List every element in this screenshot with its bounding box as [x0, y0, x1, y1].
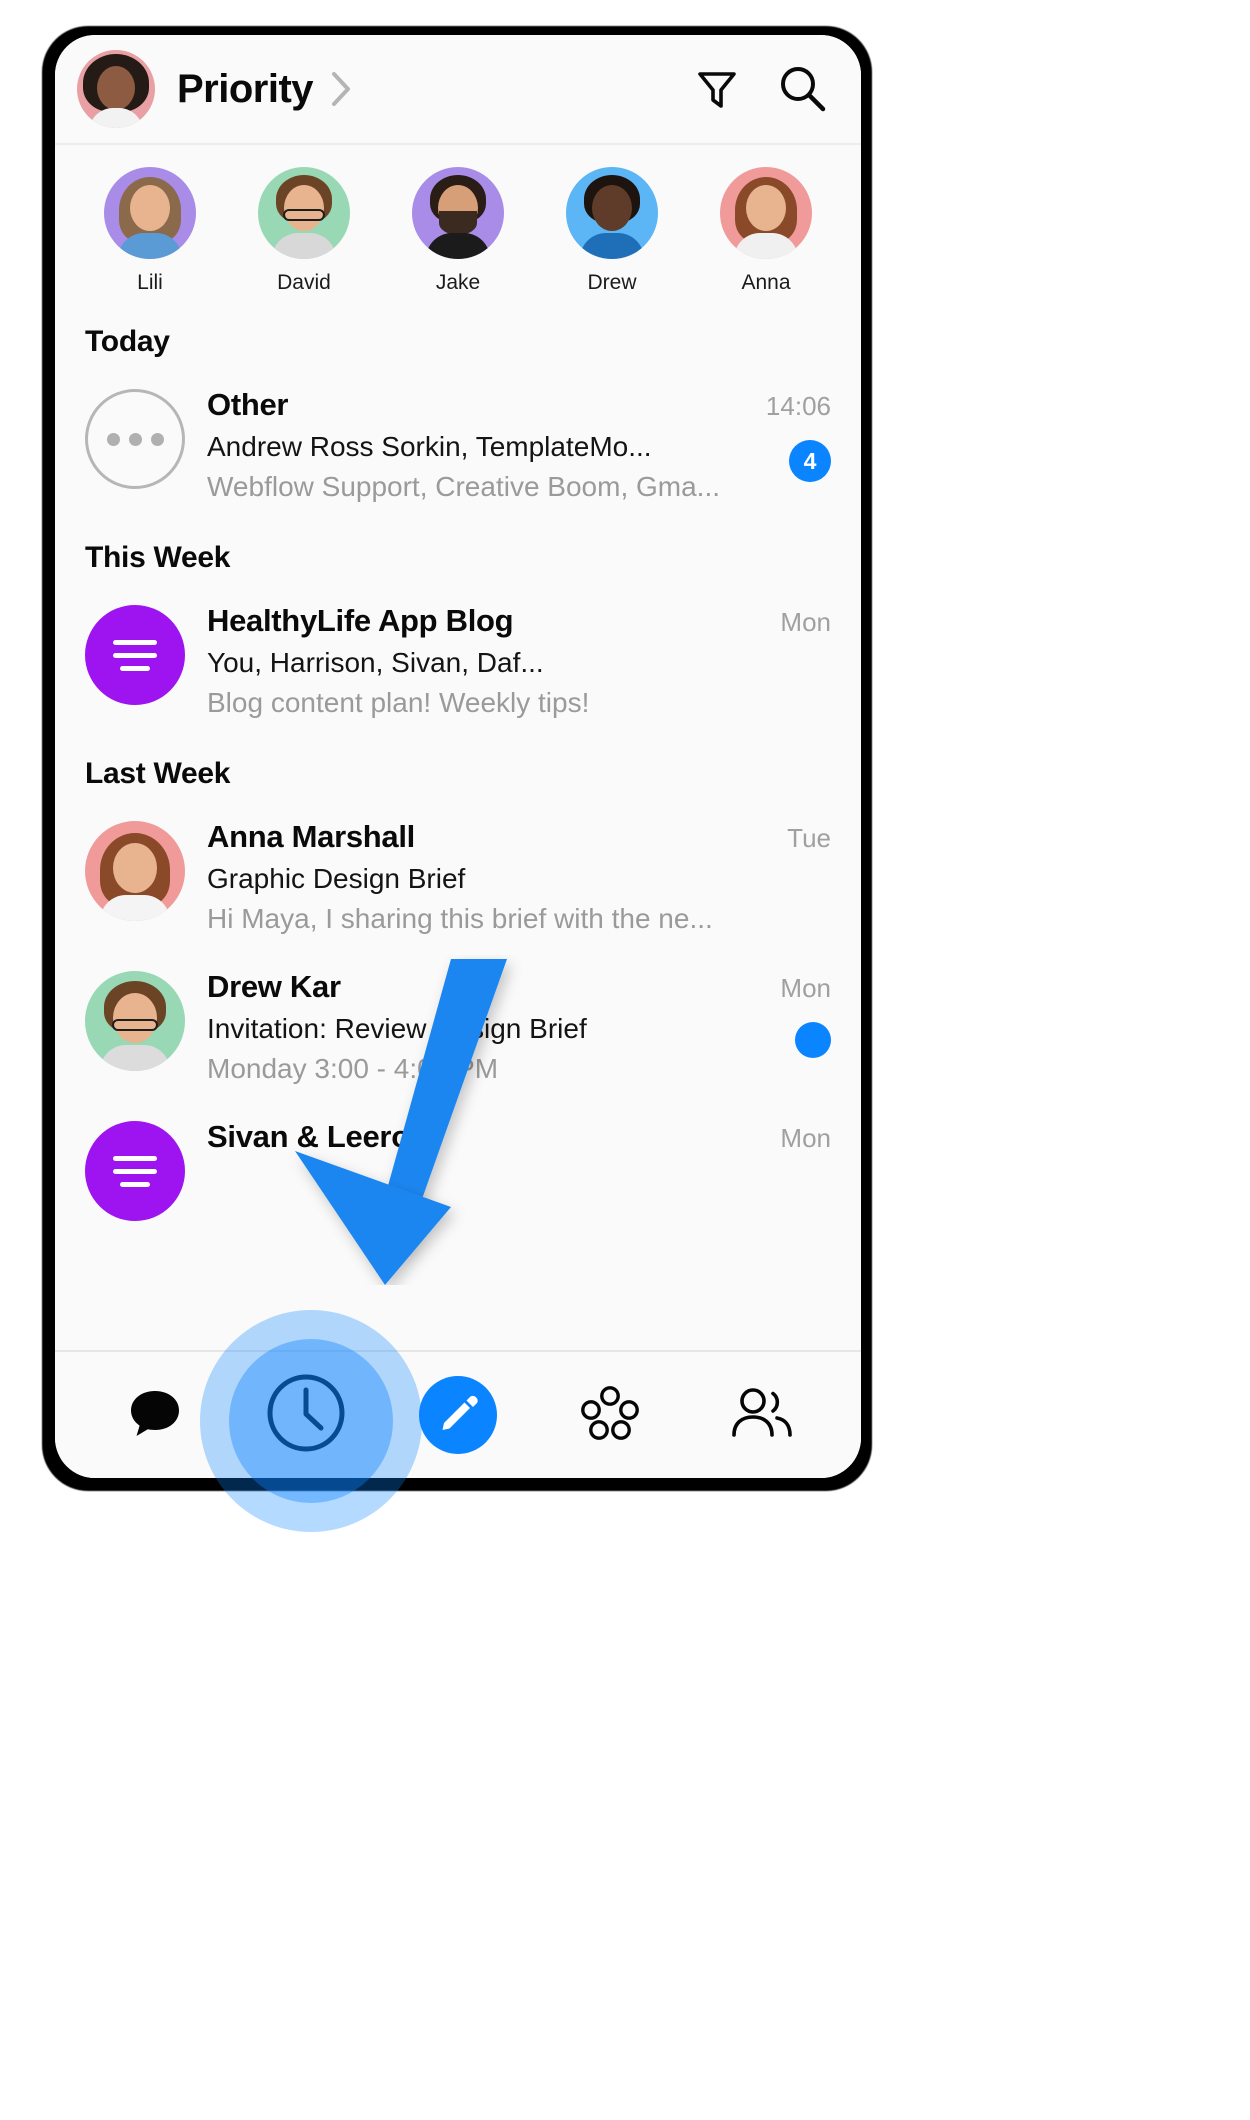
conversation-preview: Monday 3:00 - 4:00 PM [207, 1053, 499, 1084]
conversation-meta: 14:06 4 [721, 385, 831, 482]
section-header-today: Today [85, 325, 170, 358]
avatar-face [284, 185, 324, 231]
timestamp: Mon [780, 1123, 831, 1153]
story-item-2[interactable]: Jake [394, 167, 522, 295]
filter-icon[interactable] [689, 61, 745, 117]
list-item[interactable]: Sivan & Leeron Mon [55, 1101, 861, 1251]
list-item[interactable]: Other Andrew Ross Sorkin, TemplateMo... … [55, 369, 861, 519]
story-label: Drew [587, 271, 637, 294]
list-item[interactable]: HealthyLife App Blog You, Harrison, Siva… [55, 585, 861, 735]
conversation-title: Anna Marshall [207, 819, 415, 854]
story-label: Anna [741, 271, 791, 294]
compose-button[interactable] [418, 1376, 497, 1454]
screenshot-root: Priority Lili David Jake Drew Anna Today… [0, 0, 1250, 2120]
conversation-title: Sivan & Leeron [207, 1119, 429, 1154]
chat-bubble-icon [127, 1385, 183, 1446]
conversation-subtitle: Graphic Design Brief [207, 863, 466, 894]
people-icon [728, 1385, 794, 1446]
timestamp: 14:06 [765, 391, 831, 421]
tab-bundles[interactable] [555, 1360, 665, 1470]
avatar-face [130, 185, 170, 231]
contact-avatar-lili[interactable] [104, 167, 196, 259]
conversation-text: Sivan & Leeron [207, 1117, 721, 1155]
avatar[interactable] [77, 50, 155, 128]
phone-screen: Priority Lili David Jake Drew Anna Today… [55, 35, 861, 1478]
story-label: David [277, 271, 331, 294]
ellipsis-icon [85, 389, 185, 489]
conversation-meta: Mon [721, 1117, 831, 1154]
avatar-face [746, 185, 786, 231]
clock-icon [263, 1370, 349, 1461]
conversation-list[interactable]: Today Other Andrew Ross Sorkin, Template… [55, 303, 861, 1350]
tab-recent[interactable] [251, 1360, 361, 1470]
conversation-text: Other Andrew Ross Sorkin, TemplateMo... … [207, 385, 721, 503]
contact-avatar-jake[interactable] [412, 167, 504, 259]
conversation-meta: Mon [721, 601, 831, 638]
avatar-face [113, 993, 157, 1043]
conversation-text: HealthyLife App Blog You, Harrison, Siva… [207, 601, 721, 719]
glasses-icon [112, 1019, 158, 1031]
avatar-torso [100, 1045, 170, 1071]
tab-chats[interactable] [100, 1360, 210, 1470]
list-item[interactable]: Drew Kar Invitation: Review Design Brief… [55, 951, 861, 1101]
conversation-text: Drew Kar Invitation: Review Design Brief… [207, 967, 721, 1085]
conversation-title: Other [207, 387, 289, 422]
list-lines-icon [85, 1121, 185, 1221]
avatar-face [97, 66, 135, 110]
contact-avatar-david[interactable] [258, 167, 350, 259]
app-header: Priority [55, 35, 861, 145]
glasses-icon [283, 209, 325, 221]
conversation-subtitle: You, Harrison, Sivan, Daf... [207, 647, 544, 678]
avatar-face [113, 843, 157, 893]
contact-avatar-anna[interactable] [720, 167, 812, 259]
story-label: Lili [137, 271, 163, 294]
timestamp: Tue [787, 823, 831, 853]
avatar-torso [426, 233, 490, 259]
pencil-icon [437, 1392, 479, 1439]
conversation-title: HealthyLife App Blog [207, 603, 514, 638]
avatar-torso [580, 233, 644, 259]
timestamp: Mon [780, 607, 831, 637]
conversation-meta: Mon [721, 967, 831, 1058]
avatar-body [89, 108, 143, 128]
list-lines-icon [85, 605, 185, 705]
conversation-meta: Tue [721, 817, 831, 854]
story-item-4[interactable]: Anna [702, 167, 830, 295]
conversation-subtitle: Invitation: Review Design Brief [207, 1013, 587, 1044]
quick-contacts-row: Lili David Jake Drew Anna [55, 145, 861, 303]
conversation-title: Drew Kar [207, 969, 341, 1004]
status-badge: 4 [789, 440, 831, 482]
bottom-tab-bar [55, 1350, 861, 1478]
story-item-1[interactable]: David [240, 167, 368, 295]
timestamp: Mon [780, 973, 831, 1003]
list-item[interactable]: Anna Marshall Graphic Design Brief Hi Ma… [55, 801, 861, 951]
story-item-0[interactable]: Lili [86, 167, 214, 295]
story-label: Jake [435, 271, 481, 294]
section-header-this-week: This Week [85, 541, 231, 574]
status-badge [795, 1022, 831, 1058]
conversation-subtitle: Andrew Ross Sorkin, TemplateMo... [207, 431, 652, 462]
conversation-text: Anna Marshall Graphic Design Brief Hi Ma… [207, 817, 721, 935]
contact-photo-anna [85, 821, 185, 921]
conversation-preview: Webflow Support, Creative Boom, Gma... [207, 471, 721, 502]
tab-contacts[interactable] [706, 1360, 816, 1470]
search-icon[interactable] [775, 61, 831, 117]
avatar-torso [272, 233, 336, 259]
page-title[interactable]: Priority [177, 67, 314, 112]
avatar-beard [439, 211, 477, 235]
section-header-last-week: Last Week [85, 757, 231, 790]
conversation-preview: Hi Maya, I sharing this brief with the n… [207, 903, 713, 934]
conversation-preview: Blog content plan! Weekly tips! [207, 687, 590, 718]
contact-avatar-drew[interactable] [566, 167, 658, 259]
tab-compose[interactable] [403, 1360, 513, 1470]
story-item-3[interactable]: Drew [548, 167, 676, 295]
avatar-face [592, 185, 632, 231]
contact-photo-drew [85, 971, 185, 1071]
five-dots-icon [579, 1385, 641, 1446]
chevron-right-icon[interactable] [331, 71, 353, 107]
